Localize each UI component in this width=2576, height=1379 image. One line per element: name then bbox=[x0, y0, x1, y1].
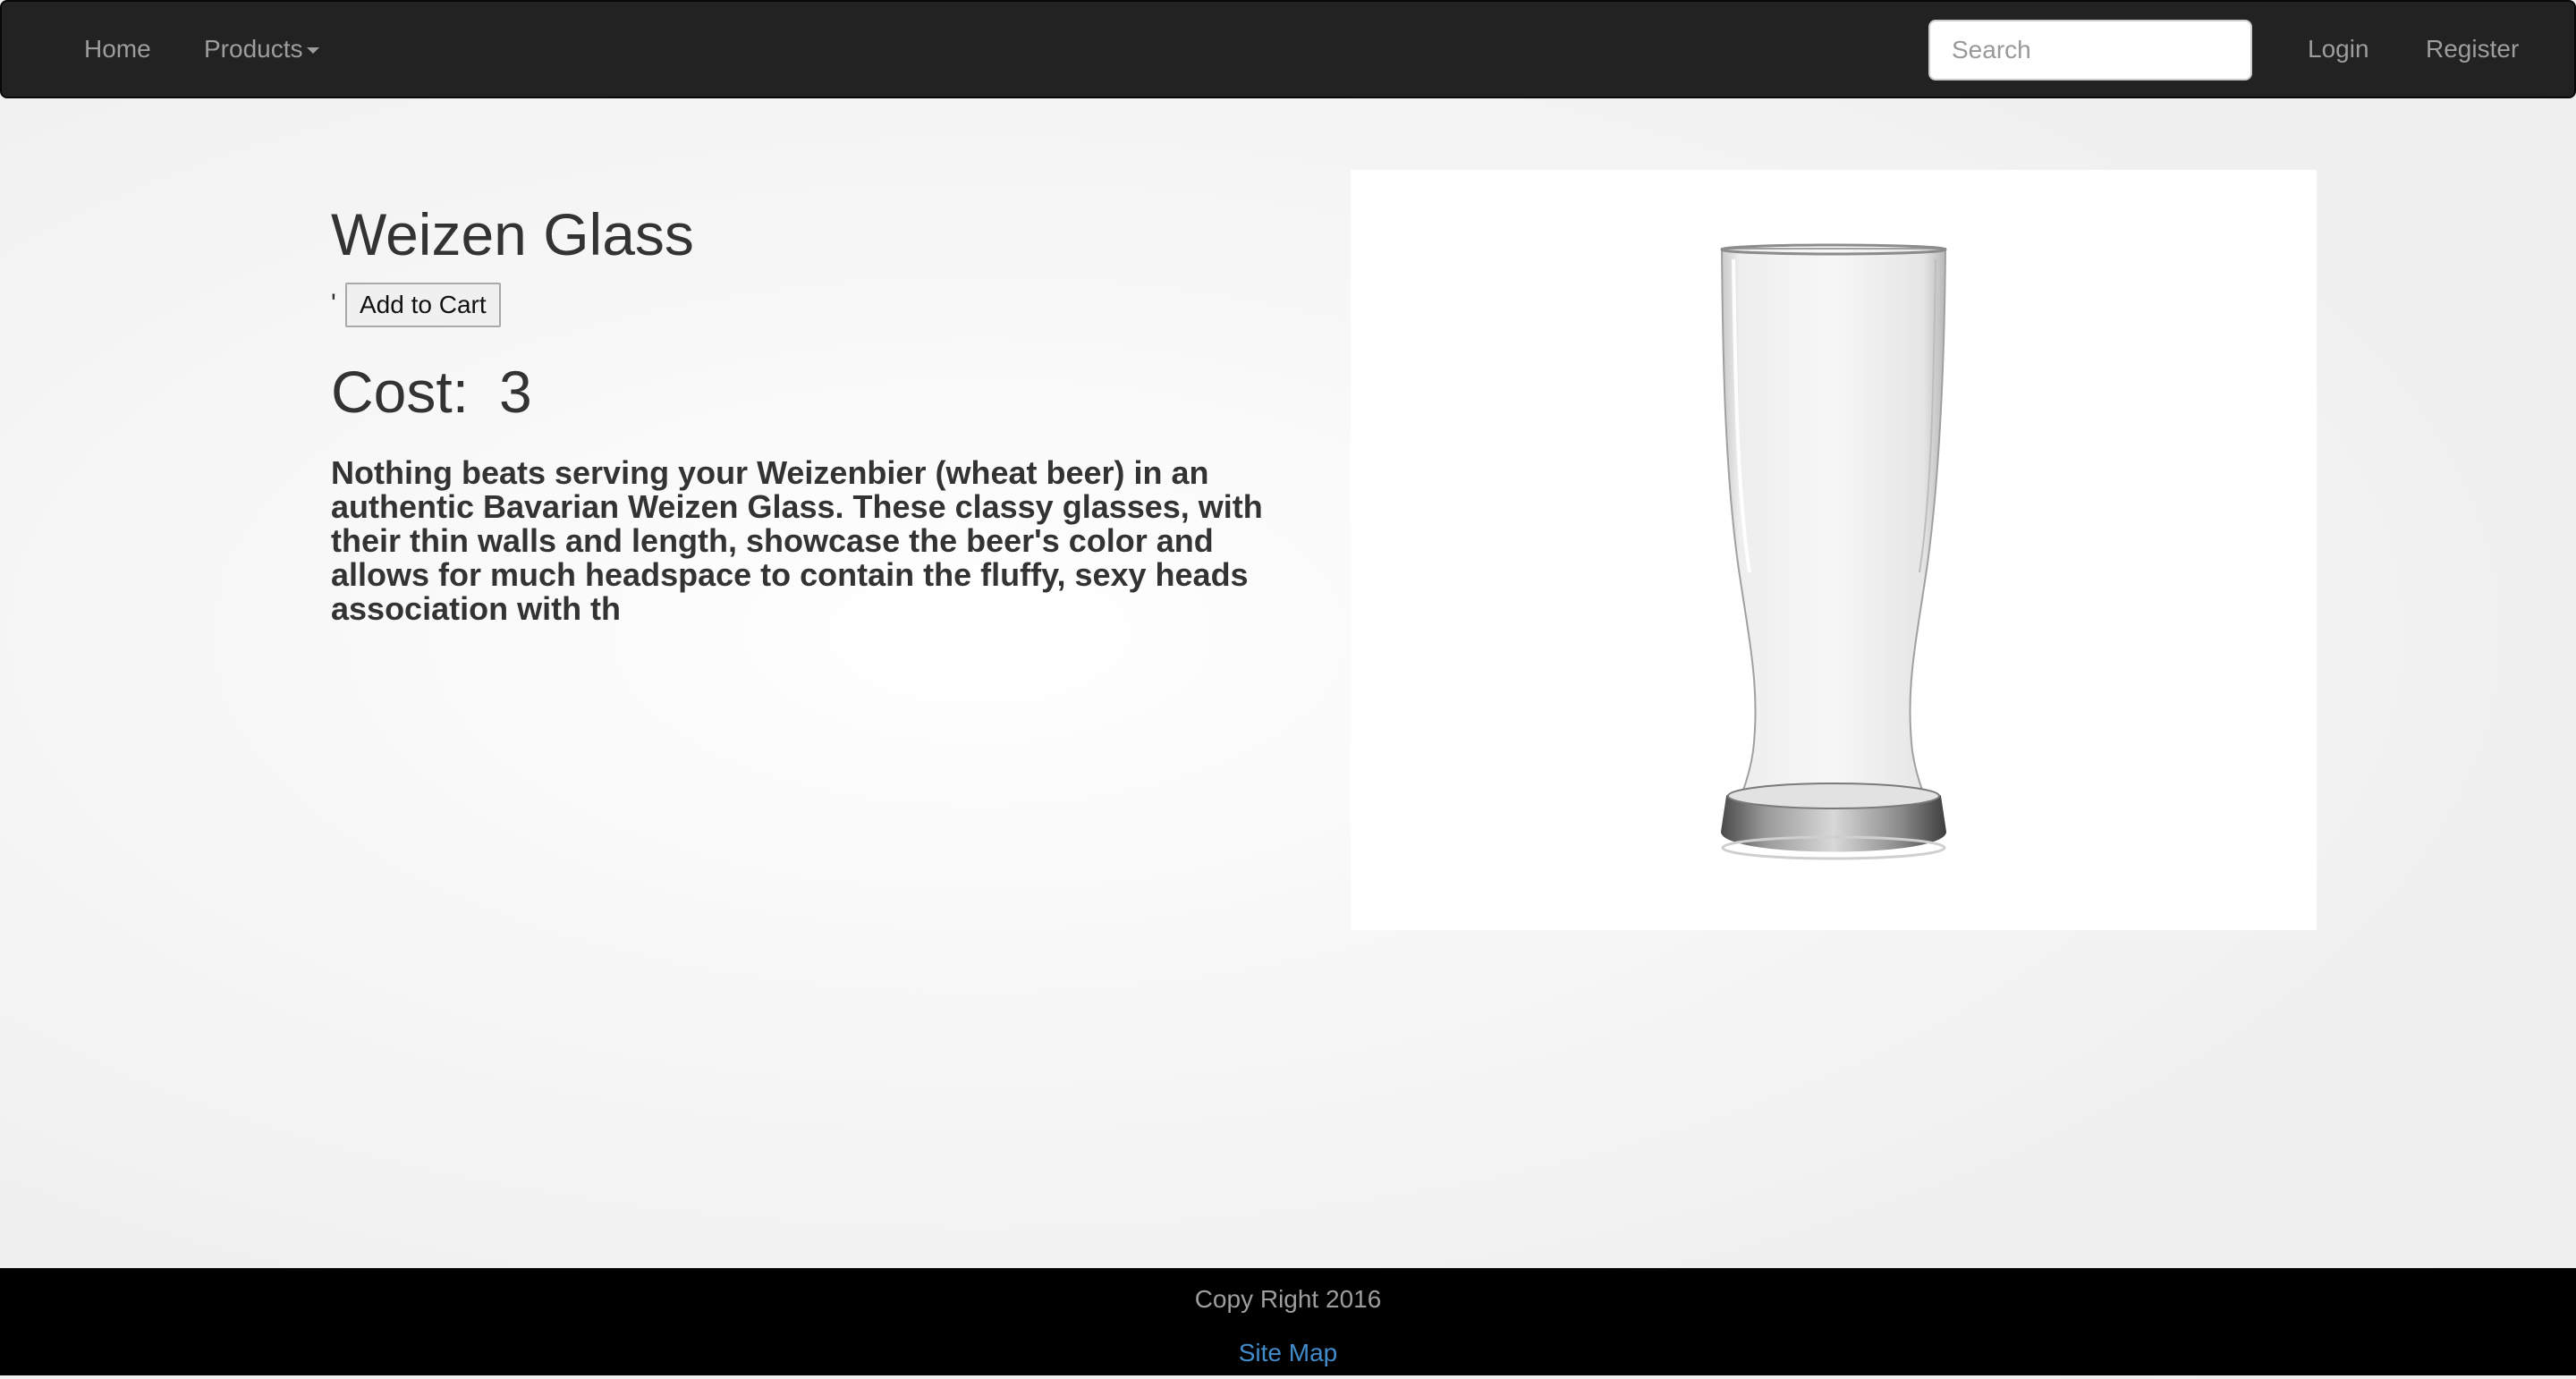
nav-login-link[interactable]: Login bbox=[2308, 2, 2369, 97]
product-description: Nothing beats serving your Weizenbier (w… bbox=[331, 454, 1263, 627]
stray-text: ' bbox=[331, 289, 336, 318]
cost-label: Cost: bbox=[331, 359, 470, 425]
copyright-text: Copy Right 2016 bbox=[1194, 1285, 1382, 1313]
nav-home-link[interactable]: Home bbox=[84, 2, 151, 97]
nav-register-link[interactable]: Register bbox=[2426, 2, 2519, 97]
search-input[interactable] bbox=[1928, 20, 2252, 80]
cost-value: 3 bbox=[499, 359, 532, 425]
top-navbar: Home Products Login Register bbox=[0, 0, 2576, 98]
product-title: Weizen Glass bbox=[331, 201, 694, 267]
page-footer: Copy Right 2016 Site Map bbox=[0, 1268, 2576, 1375]
add-to-cart-button[interactable]: Add to Cart bbox=[345, 283, 501, 327]
site-map-link[interactable]: Site Map bbox=[0, 1338, 2576, 1368]
product-cost: Cost: 3 bbox=[331, 356, 532, 427]
caret-down-icon bbox=[306, 47, 319, 55]
nav-products-dropdown[interactable]: Products bbox=[204, 2, 319, 97]
product-image-panel bbox=[1351, 170, 2317, 930]
nav-products-label: Products bbox=[204, 35, 303, 63]
weizen-glass-image bbox=[1720, 243, 1947, 860]
